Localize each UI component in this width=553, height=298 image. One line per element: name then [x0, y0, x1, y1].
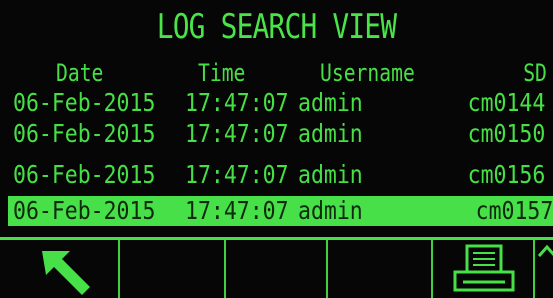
softkey-exit[interactable]	[0, 240, 120, 298]
row-time: 17:47:07	[185, 196, 289, 225]
column-header-date: Date	[56, 59, 104, 87]
terminal-display: LOG SEARCH VIEW Date Time Username SD 06…	[0, 0, 553, 298]
softkey-bar	[0, 237, 553, 298]
softkey-2[interactable]	[120, 240, 226, 298]
row-date: 06-Feb-2015	[13, 88, 156, 117]
page-title: LOG SEARCH VIEW	[156, 7, 397, 47]
row-username: admin	[298, 160, 363, 189]
softkey-4[interactable]	[328, 240, 433, 298]
row-sd: cm0156	[467, 160, 545, 189]
softkey-3[interactable]	[226, 240, 328, 298]
column-header-sd: SD	[523, 59, 547, 87]
table-row[interactable]: 06-Feb-2015 17:47:07 admin cm0150	[0, 119, 553, 149]
exit-arrow-icon	[42, 251, 90, 295]
row-username: admin	[298, 119, 363, 148]
softkey-print[interactable]	[433, 240, 535, 298]
table-row-selected[interactable]: 06-Feb-2015 17:47:07 admin cm0157	[8, 196, 553, 226]
row-date: 06-Feb-2015	[13, 160, 156, 189]
softkey-scroll-up[interactable]	[535, 240, 553, 298]
column-header-time: Time	[198, 59, 246, 87]
row-username: admin	[298, 88, 363, 117]
row-sd: cm0157	[475, 196, 553, 225]
column-header-row: Date Time Username SD	[0, 58, 553, 88]
scroll-up-icon	[537, 244, 553, 257]
row-time: 17:47:07	[185, 119, 289, 148]
printer-icon	[453, 244, 515, 292]
column-header-username: Username	[320, 59, 415, 87]
row-username: admin	[298, 196, 363, 225]
row-sd: cm0150	[467, 119, 545, 148]
row-date: 06-Feb-2015	[13, 119, 156, 148]
row-sd: cm0144	[467, 88, 545, 117]
row-time: 17:47:07	[185, 160, 289, 189]
row-time: 17:47:07	[185, 88, 289, 117]
table-row[interactable]: 06-Feb-2015 17:47:07 admin cm0156	[0, 160, 553, 190]
row-date: 06-Feb-2015	[13, 196, 156, 225]
table-row[interactable]: 06-Feb-2015 17:47:07 admin cm0144	[0, 88, 553, 118]
